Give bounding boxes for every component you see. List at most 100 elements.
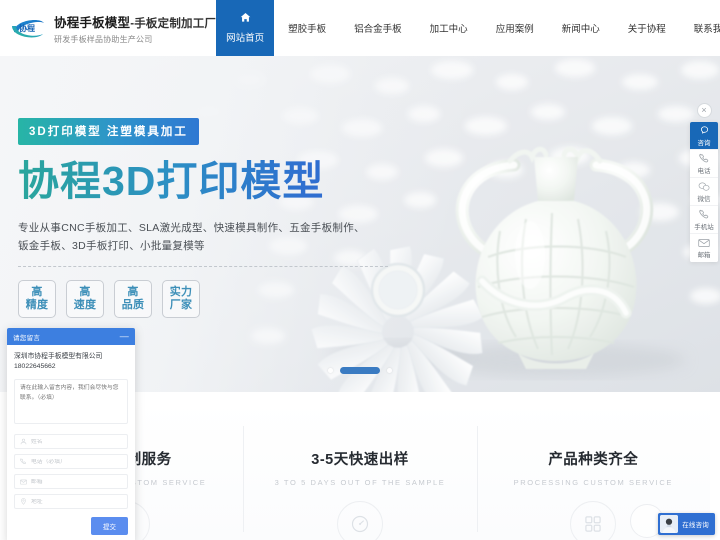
logo-area[interactable]: 协程 协程手板模型-手板定制加工厂 研发手板样品协助生产公司 [0,0,216,56]
company-logo-icon: 协程 [9,13,47,43]
wechat-icon [698,181,710,192]
hero-description: 专业从事CNC手板加工、SLA激光成型、快速模具制作、五金手板制作、 钣金手板、… [18,219,418,256]
home-icon [240,12,251,26]
chat-bubble-icon [699,125,710,136]
online-chat-widget[interactable]: 在线咨询 [658,513,715,535]
logo-text-block: 协程手板模型-手板定制加工厂 研发手板样品协助生产公司 [54,12,216,45]
message-popup: 请您留言 — 深圳市协程手板模型有限公司18022645662 请在此输入留言内… [7,328,135,540]
minimize-icon[interactable]: — [120,332,129,341]
message-textarea[interactable] [14,379,128,425]
badge-high-precision-bottom: 精度 [25,298,49,311]
nav-item-contact[interactable]: 联系我们 [680,0,720,56]
message-field-address[interactable] [14,494,128,510]
site-header: 协程 协程手板模型-手板定制加工厂 研发手板样品协助生产公司 网站首页 塑胶手板… [0,0,720,56]
mobile-phone-icon [698,209,710,220]
message-submit-row: 提交 [14,517,128,536]
logo-title-suffix: -手板定制加工厂 [130,17,217,30]
close-icon[interactable]: × [696,103,712,118]
float-item-phone[interactable]: 电话 [690,150,718,178]
location-icon [20,498,27,506]
side-float-list: 咨询 电话 微信 手机站 邮箱 [690,122,718,262]
online-chat-label: 在线咨询 [682,522,709,529]
feature-card-fast-sample-subtitle: 3 TO 5 DAYS OUT OF THE SAMPLE [274,478,446,487]
logo-title-main: 协程手板模型 [54,15,131,30]
message-popup-header: 请您留言 — [7,328,135,345]
nav-item-cases-label: 应用案例 [495,24,534,35]
message-input-phone[interactable] [31,458,122,465]
badge-high-precision-top: 高 [31,286,43,299]
nav-item-news-label: 新闻中心 [561,24,600,35]
page-root: 协程 协程手板模型-手板定制加工厂 研发手板样品协助生产公司 网站首页 塑胶手板… [0,0,720,540]
message-field-phone[interactable] [14,454,128,470]
float-item-wechat-label: 微信 [697,195,711,203]
message-company-line: 深圳市协程手板模型有限公司18022645662 [14,353,103,371]
float-item-wechat[interactable]: 微信 [690,178,718,206]
carousel-dot-1[interactable] [328,368,333,373]
message-field-name[interactable] [14,434,128,450]
carousel-dot-2[interactable] [340,367,380,374]
nav-item-plastic[interactable]: 塑胶手板 [274,0,340,56]
message-field-email[interactable] [14,474,128,490]
feature-card-fast-sample[interactable]: 3-5天快速出样 3 TO 5 DAYS OUT OF THE SAMPLE [243,400,477,540]
badge-high-speed-bottom: 速度 [73,298,97,311]
logo-subtitle: 研发手板样品协助生产公司 [54,34,153,44]
message-popup-body: 深圳市协程手板模型有限公司18022645662 请在此输入留言内容，我们会尽快… [7,345,135,540]
feature-card-product-variety-subtitle: PROCESSING CUSTOM SERVICE [513,478,673,487]
hero-tag-banner: 3D打印模型 注塑模具加工 [18,118,199,145]
nav-item-cases[interactable]: 应用案例 [482,0,548,56]
badge-strong-factory-bottom: 厂家 [169,298,193,311]
hero-feature-badges: 高 精度 高 速度 高 品质 实力 厂家 [18,279,418,318]
float-item-consult[interactable]: 咨询 [690,122,718,150]
nav-item-about[interactable]: 关于协程 [614,0,680,56]
feature-card-product-variety-title: 产品种类齐全 [548,452,639,468]
feature-card-fast-sample-title: 3-5天快速出样 [311,452,409,468]
nav-item-processing-center[interactable]: 加工中心 [416,0,482,56]
svg-text:协程: 协程 [19,23,35,33]
nav-item-processing-center-label: 加工中心 [429,24,468,35]
badge-high-quality: 高 品质 [114,279,152,318]
carousel-dot-3[interactable] [387,368,392,373]
message-popup-title: 请您留言 [13,334,41,342]
float-item-consult-label: 咨询 [697,139,711,147]
float-item-phone-label: 电话 [697,167,711,175]
float-item-email-label: 邮箱 [697,251,711,259]
phone-icon [20,458,27,465]
envelope-icon [20,479,27,485]
nav-item-news[interactable]: 新闻中心 [548,0,614,56]
badge-high-speed: 高 速度 [66,279,104,318]
nav-item-aluminum-label: 铝合金手板 [354,24,402,35]
nav-item-plastic-label: 塑胶手板 [288,24,327,35]
badge-strong-factory-top: 实力 [169,286,193,299]
nav-item-about-label: 关于协程 [627,24,666,35]
nav-item-aluminum[interactable]: 铝合金手板 [340,0,416,56]
grid-icon [570,501,617,540]
hero-copy-block: 3D打印模型 注塑模具加工 协程3D打印模型 专业从事CNC手板加工、SLA激光… [18,118,418,318]
side-float-bar: × 咨询 电话 微信 手机站 邮箱 [690,103,718,262]
nav-item-home-label: 网站首页 [226,33,265,44]
envelope-icon [698,238,710,248]
hero-description-line-1: 专业从事CNC手板加工、SLA激光成型、快速模具制作、五金手板制作、 [18,222,365,235]
message-input-name[interactable] [31,438,122,445]
badge-strong-factory: 实力 厂家 [162,279,200,318]
avatar [660,515,679,533]
hero-title: 协程3D打印模型 [18,159,418,203]
badge-high-speed-top: 高 [79,286,91,299]
phone-icon [698,153,710,164]
user-icon [20,438,27,445]
logo-title: 协程手板模型-手板定制加工厂 [54,12,216,31]
message-submit-button[interactable]: 提交 [91,517,128,536]
nav-item-contact-label: 联系我们 [693,24,720,35]
float-item-email[interactable]: 邮箱 [690,234,718,262]
badge-high-quality-bottom: 品质 [121,298,145,311]
nav-item-home[interactable]: 网站首页 [216,0,275,56]
badge-high-quality-top: 高 [127,286,139,299]
badge-high-precision: 高 精度 [18,279,56,318]
float-item-mobile-site-label: 手机站 [694,223,714,231]
message-input-address[interactable] [31,498,122,505]
main-navigation: 网站首页 塑胶手板 铝合金手板 加工中心 应用案例 新闻中心 关于协程 联系我们 [216,0,720,56]
message-input-email[interactable] [31,478,122,485]
hero-divider [18,265,388,267]
speedometer-icon [336,501,383,540]
hero-description-line-2: 钣金手板、3D手板打印、小批量复模等 [18,240,205,253]
float-item-mobile-site[interactable]: 手机站 [690,206,718,234]
